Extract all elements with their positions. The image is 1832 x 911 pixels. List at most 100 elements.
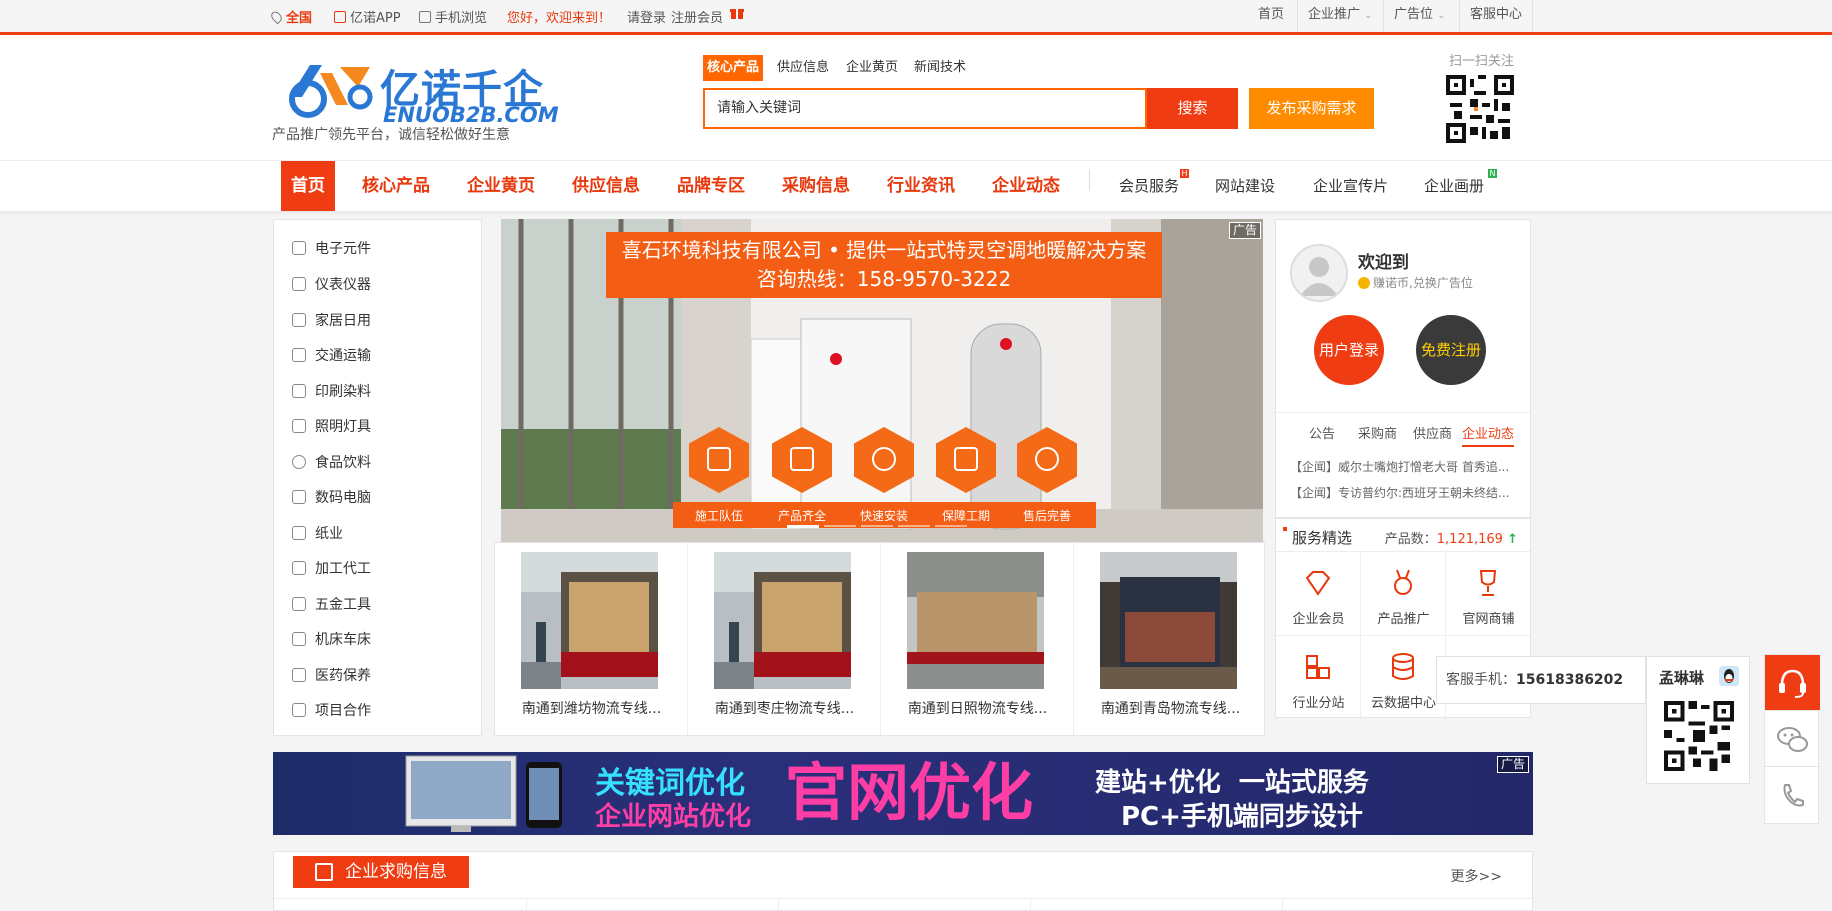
phone-button[interactable]	[1765, 767, 1820, 823]
welcome-text: 欢迎到	[1358, 253, 1409, 273]
customer-service-button[interactable]	[1765, 655, 1820, 711]
printer-icon	[292, 384, 306, 398]
carousel-dot[interactable]	[898, 525, 930, 527]
nav-yellow-pages[interactable]: 企业黄页	[467, 161, 535, 211]
tab-company-news[interactable]: 企业动态	[1462, 423, 1515, 447]
product-card[interactable]: 南通到日照物流专线...	[881, 543, 1074, 735]
search-tab-products[interactable]: 核心产品	[703, 55, 764, 81]
product-image	[521, 552, 658, 689]
top-ad-menu[interactable]: 广告位 ⌄	[1383, 0, 1456, 32]
tab-buyers[interactable]: 采购商	[1358, 423, 1397, 442]
tab-announcement[interactable]: 公告	[1309, 423, 1335, 442]
app-link[interactable]: 亿诺APP	[334, 7, 401, 26]
category-item[interactable]: 加工代工	[292, 558, 371, 580]
medal-icon	[1394, 569, 1412, 595]
gift-icon[interactable]	[730, 6, 744, 24]
plant-icon	[292, 526, 306, 540]
product-image	[907, 552, 1044, 689]
service-cloud-data[interactable]: 云数据中心	[1361, 636, 1446, 720]
top-service-link[interactable]: 客服中心	[1459, 0, 1534, 32]
banner-feature-label: 售后完善	[1023, 509, 1072, 523]
qq-icon[interactable]	[1719, 666, 1739, 686]
top-home-link[interactable]: 首页	[1248, 0, 1294, 32]
carousel-dot[interactable]	[935, 525, 967, 527]
tab-suppliers[interactable]: 供应商	[1413, 423, 1452, 442]
login-link[interactable]: 请登录	[627, 7, 666, 26]
nav-member-service[interactable]: 会员服务	[1119, 161, 1179, 211]
wechat-icon	[1777, 727, 1808, 752]
search-tab-news[interactable]: 新闻技术	[910, 55, 970, 81]
publish-purchase-button[interactable]: 发布采购需求	[1249, 88, 1374, 129]
category-item[interactable]: 食品饮料	[292, 452, 371, 474]
category-item[interactable]: 照明灯具	[292, 416, 371, 438]
top-promotion-menu[interactable]: 企业推广 ⌄	[1297, 0, 1383, 32]
main-nav: 首页 核心产品 企业黄页 供应信息 品牌专区 采购信息 行业资讯 企业动态 会员…	[0, 160, 1832, 211]
nav-core-products[interactable]: 核心产品	[362, 161, 430, 211]
category-item[interactable]: 纸业	[292, 523, 343, 545]
more-link[interactable]: 更多>>	[1451, 866, 1502, 886]
nav-supply[interactable]: 供应信息	[572, 161, 640, 211]
carousel-dot-active[interactable]	[787, 525, 819, 528]
nav-industry-news[interactable]: 行业资讯	[887, 161, 955, 211]
nav-company-news[interactable]: 企业动态	[992, 161, 1060, 211]
diamond-icon	[1305, 571, 1331, 596]
category-item[interactable]: 数码电脑	[292, 487, 371, 509]
category-item[interactable]: 医药保养	[292, 665, 371, 687]
category-item[interactable]: 项目合作	[292, 700, 371, 722]
news-item[interactable]: 【企闻】威尔士嘴炮打憎老大哥 首秀追...	[1290, 458, 1520, 475]
ad-banner[interactable]: 关键词优化 企业网站优化 官网优化 建站+优化 一站式服务 PC+手机端同步设计…	[273, 752, 1533, 835]
service-agent-card: 孟琳琳	[1646, 656, 1750, 784]
search-tab-supply[interactable]: 供应信息	[773, 55, 833, 81]
product-card[interactable]: 南通到青岛物流专线...	[1074, 543, 1267, 735]
logo-mark[interactable]	[280, 57, 380, 121]
service-phone-number[interactable]: 15618386202	[1516, 672, 1623, 688]
category-item[interactable]: 家居日用	[292, 310, 371, 332]
banner-feature-label: 快速安装	[860, 509, 909, 523]
carousel-dot[interactable]	[824, 525, 856, 527]
avatar	[1290, 244, 1348, 302]
nav-home[interactable]: 首页	[281, 161, 335, 211]
gauge-icon	[292, 277, 306, 291]
nav-brochure[interactable]: 企业画册	[1424, 161, 1484, 211]
category-item[interactable]: 机床车床	[292, 629, 371, 651]
service-phone-box: 客服手机：15618386202	[1436, 656, 1646, 704]
phone-icon	[1783, 784, 1804, 807]
nav-website-build[interactable]: 网站建设	[1215, 161, 1275, 211]
location-selector[interactable]: 全国	[269, 7, 312, 26]
service-industry-site[interactable]: 行业分站	[1276, 636, 1361, 720]
search-button[interactable]: 搜索	[1147, 88, 1238, 129]
free-register-button[interactable]: 免费注册	[1416, 315, 1486, 385]
category-item[interactable]: 电子元件	[292, 238, 371, 260]
category-item[interactable]: 五金工具	[292, 594, 371, 616]
category-item[interactable]: 交通运输	[292, 345, 371, 367]
clipboard-icon	[292, 703, 306, 717]
nav-purchase[interactable]: 采购信息	[782, 161, 850, 211]
machine-icon	[292, 632, 306, 646]
product-row: 南通到潍坊物流专线... 南通到枣庄物流专线... 南通到日照物流专线... 南…	[494, 542, 1265, 736]
service-member[interactable]: 企业会员	[1276, 552, 1361, 636]
ad-text-official: 官网优化	[785, 756, 1034, 829]
service-promotion[interactable]: 产品推广	[1361, 552, 1446, 636]
nav-promo-video[interactable]: 企业宣传片	[1313, 161, 1388, 211]
user-login-button[interactable]: 用户登录	[1314, 315, 1384, 385]
register-link[interactable]: 注册会员	[671, 7, 723, 26]
nav-brand[interactable]: 品牌专区	[677, 161, 745, 211]
mobile-view-link[interactable]: 手机浏览	[419, 7, 487, 26]
wechat-button[interactable]	[1765, 711, 1820, 767]
product-card[interactable]: 南通到枣庄物流专线...	[688, 543, 881, 735]
divider	[526, 898, 527, 911]
search-input[interactable]: 请输入关键词	[703, 88, 1147, 129]
carousel-dot[interactable]	[861, 525, 893, 527]
trophy-icon	[1479, 570, 1497, 596]
coin-promo-link[interactable]: 赚诺币,兑换广告位	[1358, 274, 1473, 291]
purchase-section: 企业求购信息 更多>>	[273, 851, 1533, 911]
product-card[interactable]: 南通到潍坊物流专线...	[495, 543, 688, 735]
document-icon	[292, 561, 306, 575]
category-item[interactable]: 印刷染料	[292, 381, 371, 403]
ad-tag: 广告	[1228, 222, 1261, 239]
service-shop[interactable]: 官网商铺	[1446, 552, 1531, 636]
search-tab-companies[interactable]: 企业黄页	[842, 55, 902, 81]
news-item[interactable]: 【企闻】专访普约尔:西班牙王朝未终结...	[1290, 484, 1520, 501]
chevron-down-icon: ⌄	[1437, 10, 1446, 21]
category-item[interactable]: 仪表仪器	[292, 274, 371, 296]
